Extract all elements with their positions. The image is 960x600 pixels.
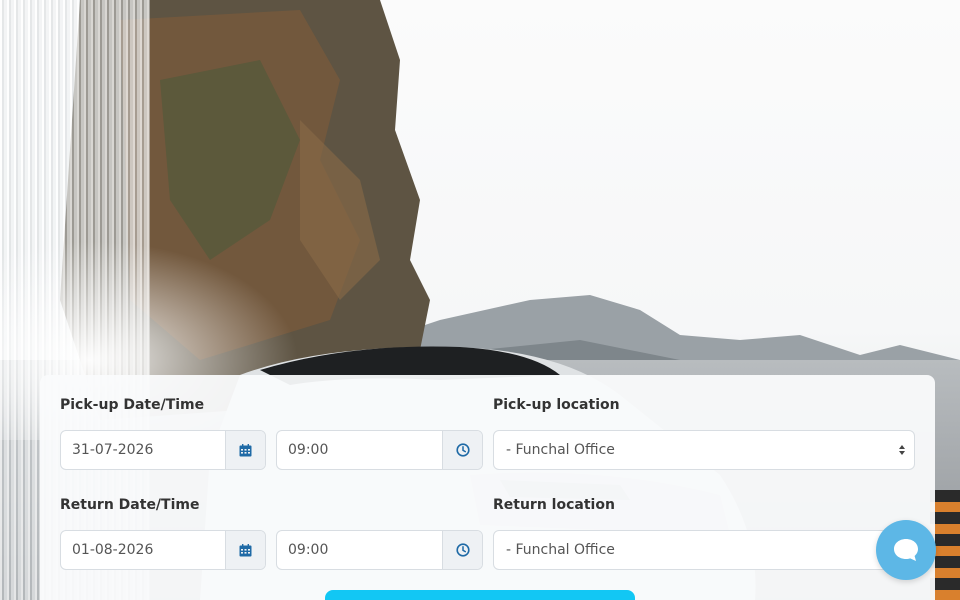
pickup-location-select[interactable]: - Funchal Office — [493, 430, 915, 470]
pickup-clock-button[interactable] — [442, 431, 482, 469]
return-datetime-label: Return Date/Time — [60, 497, 200, 513]
chat-widget-button[interactable] — [876, 520, 936, 580]
return-location-select[interactable]: - Funchal Office — [493, 530, 915, 570]
pickup-time-input[interactable]: 09:00 — [277, 431, 442, 469]
return-clock-button[interactable] — [442, 531, 482, 569]
return-location-label: Return location — [493, 497, 615, 513]
pickup-date-input[interactable]: 31-07-2026 — [61, 431, 225, 469]
pickup-datetime-label: Pick-up Date/Time — [60, 397, 205, 413]
search-button[interactable] — [325, 590, 635, 600]
return-time-input[interactable]: 09:00 — [277, 531, 442, 569]
return-date-input[interactable]: 01-08-2026 — [61, 531, 225, 569]
pickup-location-label: Pick-up location — [493, 397, 620, 413]
pickup-time-field[interactable]: 09:00 — [276, 430, 483, 470]
pickup-date-field[interactable]: 31-07-2026 — [60, 430, 266, 470]
return-calendar-button[interactable] — [225, 531, 265, 569]
return-date-field[interactable]: 01-08-2026 — [60, 530, 266, 570]
return-time-field[interactable]: 09:00 — [276, 530, 483, 570]
pickup-location-value: - Funchal Office — [506, 442, 615, 458]
calendar-icon — [239, 543, 252, 556]
clock-icon — [455, 543, 470, 557]
calendar-icon — [239, 443, 252, 456]
clock-icon — [455, 443, 470, 457]
return-location-value: - Funchal Office — [506, 542, 615, 558]
booking-panel: Pick-up Date/Time 31-07-2026 09:00 Pick-… — [40, 375, 935, 600]
chat-icon — [894, 539, 918, 561]
sort-arrows-icon — [890, 431, 914, 469]
pickup-calendar-button[interactable] — [225, 431, 265, 469]
